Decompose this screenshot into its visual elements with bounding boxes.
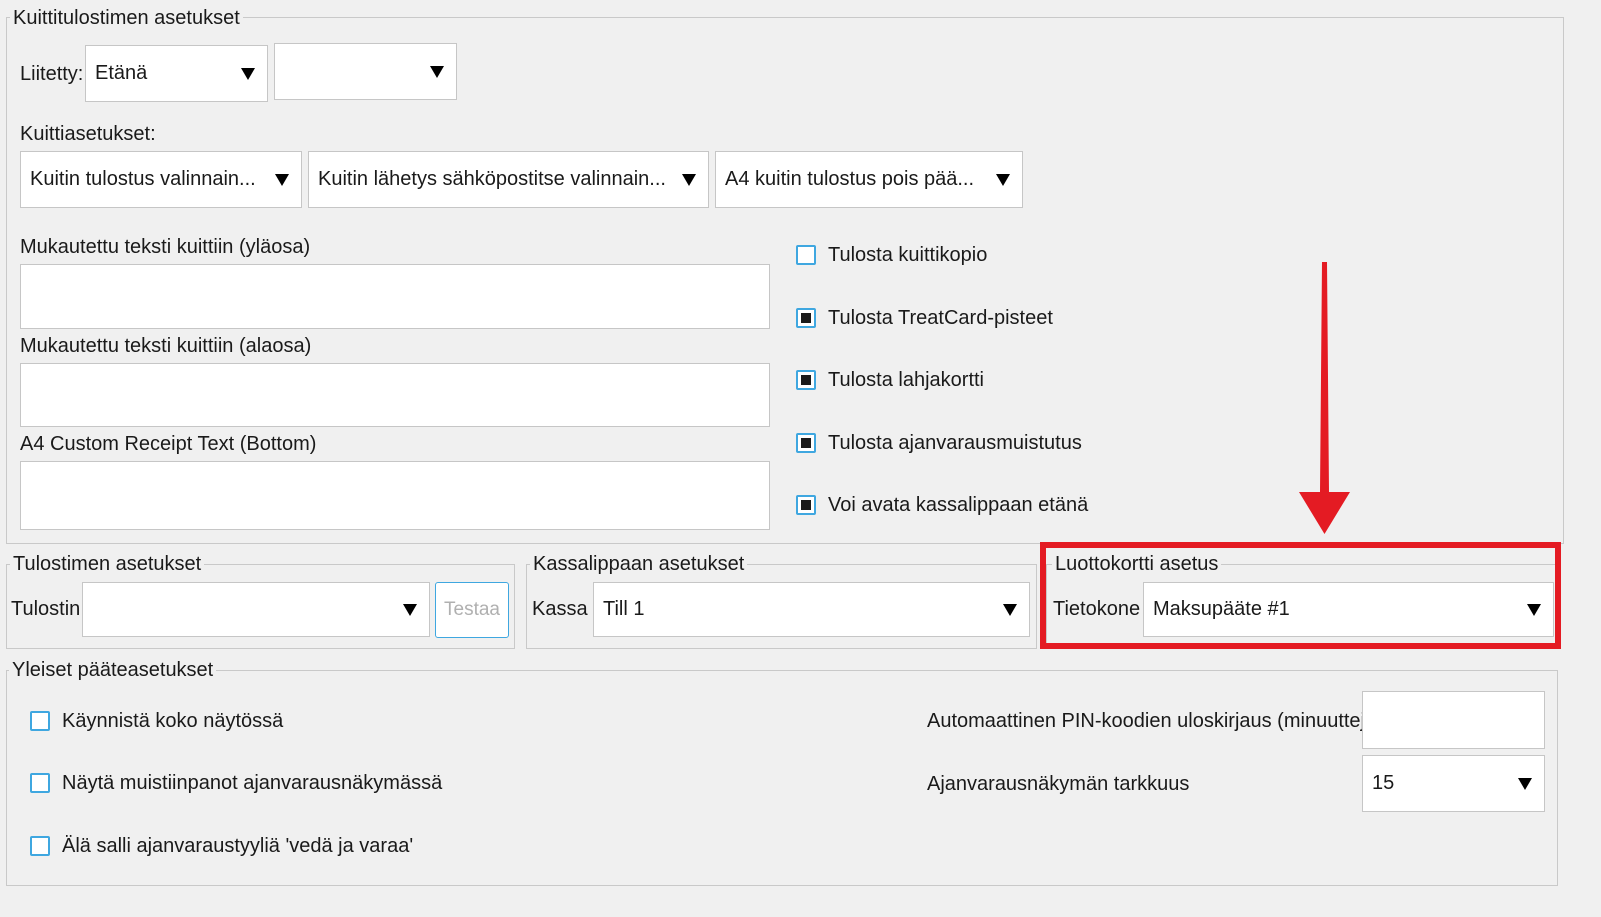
pin-logout-input[interactable]: [1362, 691, 1545, 749]
show-notes-checkbox[interactable]: [30, 773, 50, 793]
connected-select-value: Etänä: [95, 62, 148, 84]
print-gift-card-checkbox[interactable]: [796, 370, 816, 390]
remote-open-drawer-label: Voi avata kassalippaan etänä: [828, 494, 1089, 516]
a4-print-select-value: A4 kuitin tulostus pois pää...: [725, 168, 975, 190]
connected-secondary-select-value: [284, 44, 420, 99]
till-select[interactable]: Till 1: [593, 582, 1030, 637]
start-fullscreen-checkbox[interactable]: [30, 711, 50, 731]
disable-drag-book-label: Älä salli ajanvaraustyyliä 'vedä ja vara…: [62, 835, 414, 857]
printer-settings-legend: Tulostimen asetukset: [10, 552, 205, 576]
print-treatcard-points-checkbox[interactable]: [796, 308, 816, 328]
calendar-precision-label: Ajanvarausnäkymän tarkkuus: [927, 773, 1190, 795]
drawer-settings-legend: Kassalippaan asetukset: [530, 552, 748, 576]
chevron-down-icon: [1518, 777, 1532, 790]
calendar-precision-select-value: 15: [1372, 772, 1395, 794]
print-receipt-copy-label: Tulosta kuittikopio: [828, 244, 988, 266]
pin-logout-label: Automaattinen PIN-koodien uloskirjaus (m…: [927, 710, 1383, 732]
receipt-printer-legend: Kuittitulostimen asetukset: [10, 6, 243, 30]
receipt-email-select[interactable]: Kuitin lähetys sähköpostitse valinnain..…: [308, 151, 709, 208]
calendar-precision-select[interactable]: 15: [1362, 755, 1545, 812]
receipt-print-select-value: Kuitin tulostus valinnain...: [30, 168, 256, 190]
receipt-print-select[interactable]: Kuitin tulostus valinnain...: [20, 151, 302, 208]
printer-select[interactable]: [82, 582, 430, 637]
disable-drag-book-checkbox[interactable]: [30, 836, 50, 856]
chevron-down-icon: [275, 173, 289, 186]
general-settings-legend: Yleiset pääteasetukset: [9, 658, 217, 682]
print-receipt-copy-checkbox[interactable]: [796, 245, 816, 265]
receipt-email-select-value: Kuitin lähetys sähköpostitse valinnain..…: [318, 168, 666, 190]
chevron-down-icon: [430, 65, 444, 78]
chevron-down-icon: [682, 173, 696, 186]
till-select-value: Till 1: [603, 598, 645, 620]
chevron-down-icon: [241, 67, 255, 80]
custom-bottom-textarea[interactable]: [20, 363, 770, 427]
custom-top-textarea[interactable]: [20, 264, 770, 329]
connected-secondary-select[interactable]: [274, 43, 457, 100]
printer-label: Tulostin: [11, 598, 81, 620]
test-printer-button[interactable]: Testaa: [435, 582, 509, 638]
a4-print-select[interactable]: A4 kuitin tulostus pois pää...: [715, 151, 1023, 208]
a4-custom-label: A4 Custom Receipt Text (Bottom): [20, 433, 317, 455]
print-gift-card-label: Tulosta lahjakortti: [828, 369, 984, 391]
custom-bottom-label: Mukautettu teksti kuittiin (alaosa): [20, 335, 312, 357]
chevron-down-icon: [403, 603, 417, 616]
chevron-down-icon: [1003, 603, 1017, 616]
a4-custom-textarea[interactable]: [20, 461, 770, 530]
connected-label: Liitetty:: [20, 63, 84, 85]
show-notes-label: Näytä muistiinpanot ajanvarausnäkymässä: [62, 772, 443, 794]
connected-select[interactable]: Etänä: [85, 45, 268, 102]
print-appointment-reminder-checkbox[interactable]: [796, 433, 816, 453]
remote-open-drawer-checkbox[interactable]: [796, 495, 816, 515]
chevron-down-icon: [996, 173, 1010, 186]
custom-top-label: Mukautettu teksti kuittiin (yläosa): [20, 236, 311, 258]
printer-select-value: [92, 583, 393, 636]
print-appointment-reminder-label: Tulosta ajanvarausmuistutus: [828, 432, 1082, 454]
annotation-arrow-icon: [1299, 262, 1350, 534]
credit-card-highlight-frame: [1040, 542, 1561, 649]
receipt-settings-label: Kuittiasetukset:: [20, 123, 156, 145]
start-fullscreen-label: Käynnistä koko näytössä: [62, 710, 284, 732]
till-label: Kassa: [532, 598, 588, 620]
print-treatcard-points-label: Tulosta TreatCard-pisteet: [828, 307, 1053, 329]
